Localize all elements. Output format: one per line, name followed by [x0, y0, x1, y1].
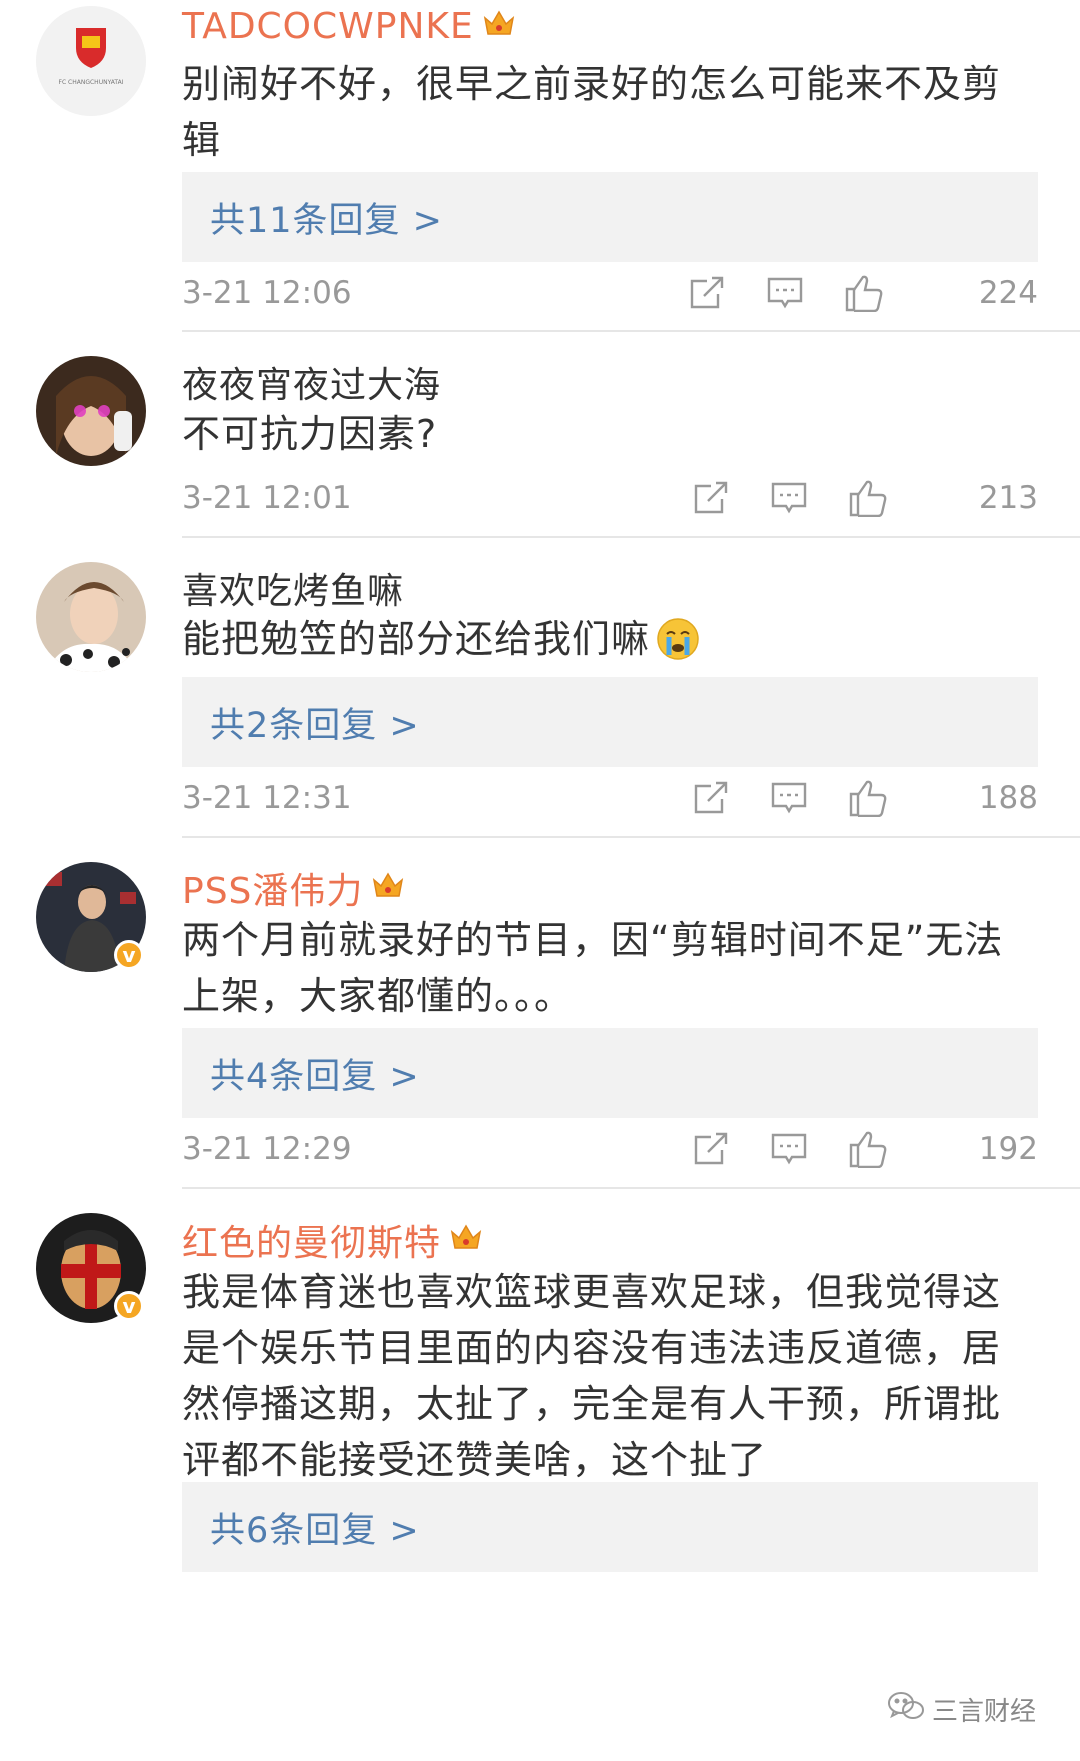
verified-badge-icon: v [114, 940, 144, 970]
timestamp: 3-21 12:06 [182, 275, 352, 311]
share-icon[interactable] [692, 779, 730, 821]
comment-icon[interactable] [770, 779, 808, 821]
share-icon[interactable] [692, 479, 730, 521]
like-count: 192 [978, 1131, 1038, 1167]
comment-meta: 3-21 12:01 213 [182, 475, 1038, 521]
username[interactable]: PSS潘伟力 [182, 862, 405, 914]
vip-crown-icon [482, 6, 516, 47]
like-count: 188 [978, 780, 1038, 816]
comment-icon[interactable] [770, 479, 808, 521]
view-replies-link[interactable]: 共6条回复 > [182, 1482, 1038, 1572]
comment-text: 别闹好不好，很早之前录好的怎么可能来不及剪辑 [182, 62, 1002, 162]
watermark: 三言财经 [886, 1690, 1036, 1729]
vip-crown-icon [371, 868, 405, 909]
divider [182, 836, 1080, 838]
comment-meta: 3-21 12:06 224 [182, 270, 1038, 316]
like-count: 224 [978, 275, 1038, 311]
username[interactable]: TADCOCWPNKE [182, 6, 516, 47]
timestamp: 3-21 12:29 [182, 1131, 352, 1167]
comment-text: 不可抗力因素? [182, 412, 438, 456]
divider [182, 1187, 1080, 1189]
comment-text: 能把勉笠的部分还给我们嘛 [182, 617, 651, 661]
like-icon[interactable] [844, 274, 884, 316]
share-icon[interactable] [692, 1130, 730, 1172]
divider [182, 536, 1080, 538]
crying-face-emoji-icon [656, 617, 700, 661]
like-icon[interactable] [848, 1130, 888, 1172]
timestamp: 3-21 12:01 [182, 480, 352, 516]
comment-text: 两个月前就录好的节目，因“剪辑时间不足”无法上架，大家都懂的。。。 [182, 918, 1004, 1018]
username-text[interactable]: TADCOCWPNKE [182, 6, 474, 47]
share-icon[interactable] [688, 274, 726, 316]
view-replies-link[interactable]: 共2条回复 > [182, 677, 1038, 767]
avatar[interactable]: FC CHANGCHUNYATAI [36, 6, 146, 116]
avatar-label: FC CHANGCHUNYATAI [59, 79, 124, 86]
username[interactable]: 红色的曼彻斯特 [182, 1214, 483, 1266]
username-text[interactable]: 夜夜宵夜过大海 [182, 356, 441, 408]
username-text[interactable]: 红色的曼彻斯特 [182, 1214, 441, 1266]
comment-text-row: 能把勉笠的部分还给我们嘛 [182, 611, 1030, 667]
comment-icon[interactable] [766, 274, 804, 316]
like-icon[interactable] [848, 479, 888, 521]
comment-icon[interactable] [770, 1130, 808, 1172]
view-replies-link[interactable]: 共4条回复 > [182, 1028, 1038, 1118]
avatar[interactable] [36, 356, 146, 466]
timestamp: 3-21 12:31 [182, 780, 352, 816]
vip-crown-icon [449, 1220, 483, 1261]
wechat-icon [886, 1690, 926, 1729]
avatar[interactable] [36, 562, 146, 672]
like-count: 213 [978, 480, 1038, 516]
like-icon[interactable] [848, 779, 888, 821]
username-text[interactable]: PSS潘伟力 [182, 862, 363, 914]
watermark-text: 三言财经 [931, 1697, 1036, 1727]
username[interactable]: 夜夜宵夜过大海 [182, 356, 441, 408]
view-replies-link[interactable]: 共11条回复 > [182, 172, 1038, 262]
comment-text: 我是体育迷也喜欢篮球更喜欢足球，但我觉得这是个娱乐节目里面的内容没有违法违反道德… [182, 1270, 1002, 1482]
comment-meta: 3-21 12:31 188 [182, 775, 1038, 821]
avatar[interactable]: v [36, 862, 146, 972]
comment-meta: 3-21 12:29 192 [182, 1126, 1038, 1172]
username[interactable]: 喜欢吃烤鱼嘛 [182, 562, 404, 614]
divider [182, 330, 1080, 332]
verified-badge-icon: v [114, 1291, 144, 1321]
avatar[interactable]: v [36, 1213, 146, 1323]
username-text[interactable]: 喜欢吃烤鱼嘛 [182, 562, 404, 614]
